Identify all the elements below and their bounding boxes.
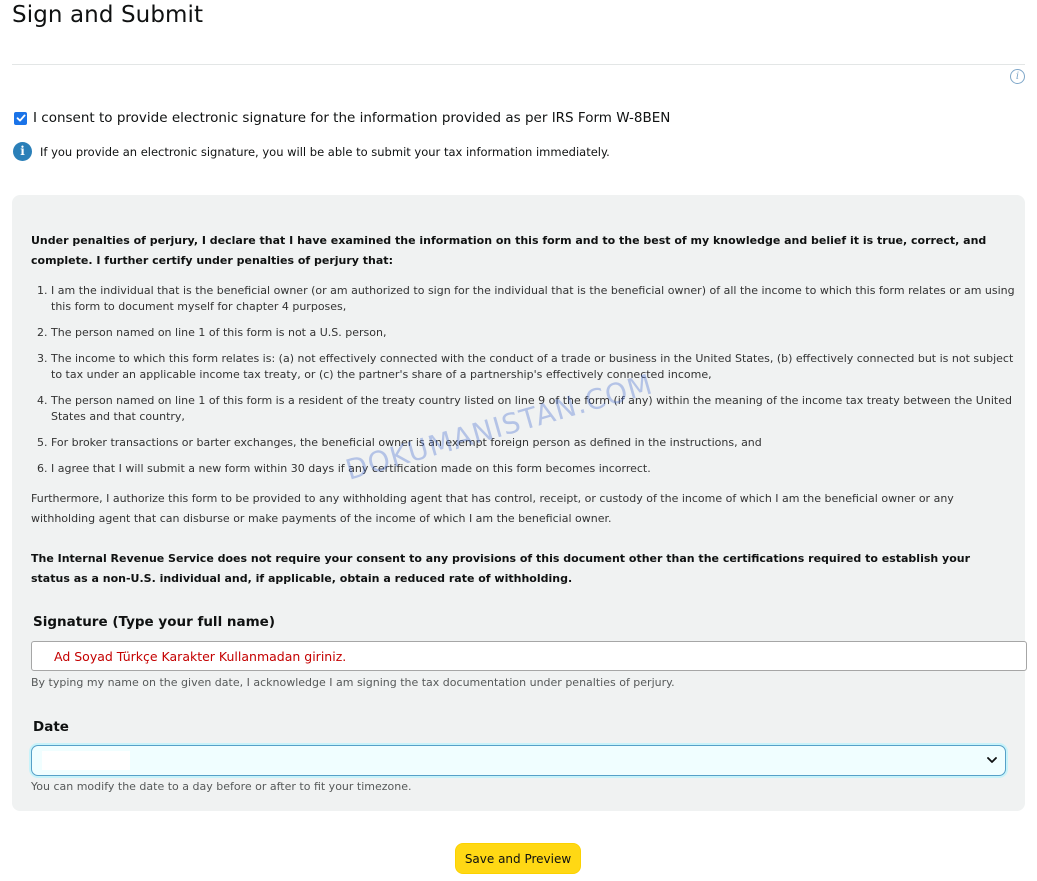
declaration-intro: Under penalties of perjury, I declare th… <box>31 234 987 267</box>
date-help-text: You can modify the date to a day before … <box>31 780 412 793</box>
consent-checkbox[interactable] <box>14 111 27 125</box>
declaration-item: For broker transactions or barter exchan… <box>51 435 1023 451</box>
info-icon: i <box>13 142 32 161</box>
declaration-item: The income to which this form relates is… <box>51 351 1023 383</box>
irs-note: The Internal Revenue Service does not re… <box>31 552 971 585</box>
info-alert: i If you provide an electronic signature… <box>13 142 610 161</box>
date-value[interactable] <box>42 751 130 770</box>
declaration-item: I agree that I will submit a new form wi… <box>51 461 1023 477</box>
declaration-panel: Under penalties of perjury, I declare th… <box>12 195 1027 811</box>
signature-input[interactable]: Ad Soyad Türkçe Karakter Kullanmadan gir… <box>31 641 1027 671</box>
chevron-down-icon[interactable] <box>986 754 998 766</box>
date-select[interactable] <box>31 745 1006 776</box>
declaration-list: I am the individual that is the benefici… <box>31 283 1023 487</box>
date-label: Date <box>33 719 69 735</box>
declaration-item: The person named on line 1 of this form … <box>51 325 1023 341</box>
checkmark-icon <box>16 114 25 122</box>
info-alert-text: If you provide an electronic signature, … <box>40 144 610 159</box>
help-info-icon[interactable]: i <box>1010 69 1025 84</box>
declaration-item: I am the individual that is the benefici… <box>51 283 1023 315</box>
consent-row[interactable]: I consent to provide electronic signatur… <box>14 110 670 126</box>
signature-label: Signature (Type your full name) <box>33 614 276 630</box>
authorization-text: Furthermore, I authorize this form to be… <box>31 492 954 525</box>
signature-value[interactable]: Ad Soyad Türkçe Karakter Kullanmadan gir… <box>54 649 346 664</box>
signature-help-text: By typing my name on the given date, I a… <box>31 676 675 689</box>
consent-label[interactable]: I consent to provide electronic signatur… <box>33 110 670 126</box>
title-divider <box>12 64 1025 65</box>
save-and-preview-button[interactable]: Save and Preview <box>455 843 581 874</box>
page-title: Sign and Submit <box>12 2 204 28</box>
